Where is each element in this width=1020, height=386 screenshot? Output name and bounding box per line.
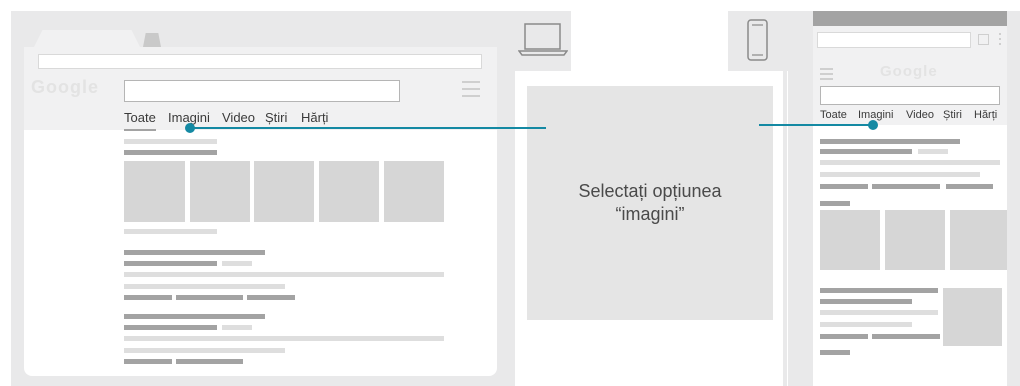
mobile-tab-maps[interactable]: Hărți bbox=[974, 109, 997, 121]
mobile-tab-video[interactable]: Video bbox=[906, 109, 934, 121]
desktop-active-tab-underline bbox=[124, 129, 156, 131]
mobile-result-line bbox=[820, 201, 850, 206]
desktop-result-line bbox=[124, 139, 217, 144]
desktop-tab-news[interactable]: Știri bbox=[265, 110, 287, 125]
desktop-result-line bbox=[222, 325, 252, 330]
desktop-result-line bbox=[124, 229, 217, 234]
mobile-result-line bbox=[946, 184, 993, 189]
mobile-status-bar bbox=[813, 11, 1007, 26]
instruction-text: Selectați opțiunea “imagini” bbox=[527, 180, 773, 226]
desktop-result-line bbox=[176, 359, 243, 364]
desktop-image-thumb bbox=[190, 161, 250, 222]
desktop-result-line bbox=[124, 359, 172, 364]
mobile-result-line bbox=[820, 172, 980, 177]
desktop-new-tab-button[interactable] bbox=[143, 33, 161, 47]
laptop-icon bbox=[517, 20, 569, 58]
mobile-tab-images[interactable]: Imagini bbox=[858, 109, 893, 121]
desktop-connector-line bbox=[190, 127, 546, 129]
desktop-image-thumb bbox=[124, 161, 185, 222]
mobile-connector-line bbox=[759, 124, 873, 126]
desktop-active-tab[interactable] bbox=[34, 30, 140, 47]
mobile-result-line bbox=[820, 184, 868, 189]
desktop-result-line bbox=[222, 261, 252, 266]
desktop-result-line bbox=[124, 336, 444, 341]
desktop-menu-icon[interactable] bbox=[462, 81, 480, 97]
desktop-result-line bbox=[124, 284, 285, 289]
mobile-image-thumb bbox=[943, 288, 1002, 346]
mobile-result-line bbox=[820, 322, 912, 327]
desktop-result-line bbox=[124, 150, 217, 155]
instruction-line-2: “imagini” bbox=[615, 204, 685, 224]
desktop-result-line bbox=[124, 325, 217, 330]
mobile-result-line bbox=[820, 149, 912, 154]
desktop-result-line bbox=[124, 261, 217, 266]
desktop-result-line bbox=[247, 295, 295, 300]
mobile-result-line bbox=[820, 334, 868, 339]
desktop-result-line bbox=[124, 272, 444, 277]
mobile-result-line bbox=[820, 299, 912, 304]
mobile-image-thumb bbox=[950, 210, 1007, 270]
mobile-search-input[interactable] bbox=[820, 86, 1000, 105]
desktop-address-bar[interactable] bbox=[38, 54, 482, 69]
mobile-result-line bbox=[820, 288, 938, 293]
mobile-tabs-icon[interactable] bbox=[978, 34, 989, 45]
smartphone-icon bbox=[745, 18, 771, 64]
desktop-result-line bbox=[176, 295, 243, 300]
desktop-result-line bbox=[124, 295, 172, 300]
desktop-result-line bbox=[124, 250, 265, 255]
mobile-image-thumb bbox=[820, 210, 880, 270]
mobile-result-line bbox=[820, 160, 1000, 165]
desktop-result-line bbox=[124, 348, 285, 353]
desktop-image-thumb bbox=[254, 161, 314, 222]
mobile-result-line bbox=[820, 139, 960, 144]
desktop-google-logo: Google bbox=[31, 77, 99, 97]
desktop-image-thumb bbox=[384, 161, 444, 222]
desktop-tab-all[interactable]: Toate bbox=[124, 110, 156, 125]
desktop-result-line bbox=[124, 314, 265, 319]
desktop-tab-maps[interactable]: Hărți bbox=[301, 110, 328, 125]
mobile-result-line bbox=[872, 184, 940, 189]
instruction-line-1: Selectați opțiunea bbox=[578, 181, 722, 201]
mobile-result-line bbox=[820, 310, 938, 315]
mobile-tab-news[interactable]: Știri bbox=[943, 109, 962, 121]
mobile-image-thumb bbox=[885, 210, 945, 270]
desktop-image-thumb bbox=[319, 161, 379, 222]
mobile-result-line bbox=[872, 334, 940, 339]
mobile-menu-icon[interactable] bbox=[820, 68, 833, 80]
desktop-tab-video[interactable]: Video bbox=[222, 110, 255, 125]
mobile-overflow-icon[interactable] bbox=[999, 33, 1001, 45]
mobile-result-line bbox=[918, 149, 948, 154]
mobile-tab-all[interactable]: Toate bbox=[820, 109, 847, 121]
mobile-address-bar[interactable] bbox=[817, 32, 971, 48]
mobile-result-line bbox=[820, 350, 850, 355]
mobile-google-logo: Google bbox=[880, 63, 938, 80]
desktop-search-input[interactable] bbox=[124, 80, 400, 102]
mobile-connector-dot bbox=[868, 120, 878, 130]
desktop-connector-dot bbox=[185, 123, 195, 133]
